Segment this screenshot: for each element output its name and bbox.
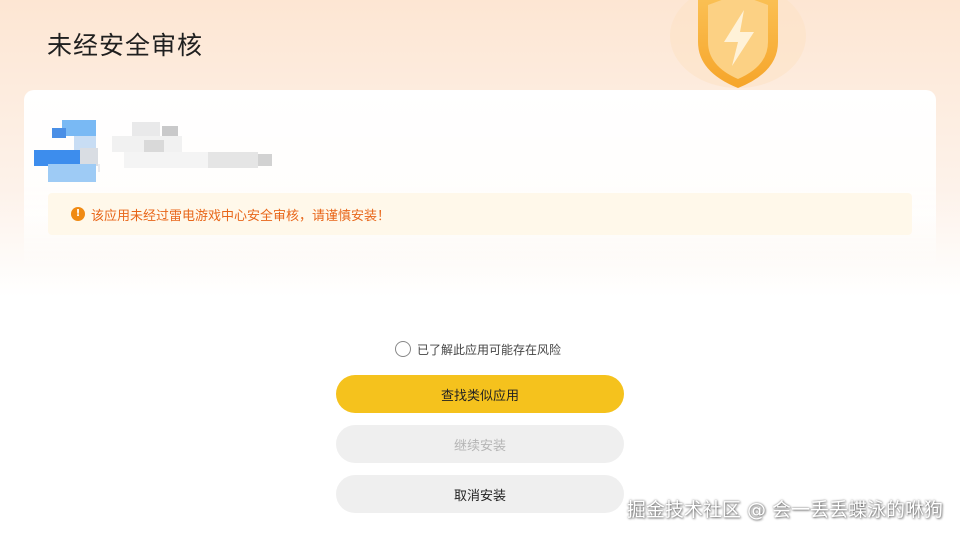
page-title: 未经安全审核 — [47, 31, 204, 60]
app-name-blurred — [112, 122, 282, 172]
cancel-install-button[interactable]: 取消安装 — [336, 475, 624, 513]
warning-banner: ! 该应用未经过雷电游戏中心安全审核，请谨慎安装！ — [48, 193, 912, 235]
alert-circle-icon: ! — [71, 207, 85, 221]
risk-consent-radio[interactable] — [395, 341, 411, 357]
risk-consent[interactable]: 已了解此应用可能存在风险 — [395, 340, 561, 358]
find-similar-button[interactable]: 查找类似应用 — [336, 375, 624, 413]
risk-consent-label: 已了解此应用可能存在风险 — [417, 342, 562, 357]
watermark: 掘金技术社区 @ 会一丢丢蝶泳的咻狗 — [626, 499, 943, 521]
app-icon — [34, 118, 100, 184]
warning-text: 该应用未经过雷电游戏中心安全审核，请谨慎安装！ — [91, 209, 391, 224]
shield-lightning-icon — [670, 0, 806, 88]
app-info-card — [24, 90, 936, 270]
continue-install-button[interactable]: 继续安装 — [336, 425, 624, 463]
